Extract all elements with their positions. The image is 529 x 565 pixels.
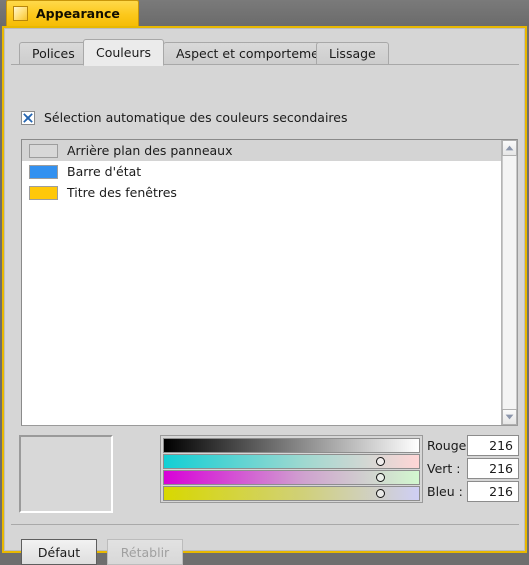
red-slider-handle[interactable] [375, 456, 385, 466]
dialog-frame: Polices Couleurs Aspect et comportement … [2, 26, 527, 565]
tab-couleurs[interactable]: Couleurs [83, 39, 165, 66]
blue-label: Bleu : [427, 484, 463, 499]
color-swatch[interactable] [29, 143, 58, 158]
rgb-fields: Rouge : 216 Vert : 216 Bleu : 216 [427, 435, 523, 504]
red-label: Rouge : [427, 438, 475, 453]
window-tab-appearance[interactable]: Appearance [6, 0, 139, 26]
chevron-down-icon [505, 414, 514, 420]
blue-slider[interactable] [163, 486, 420, 501]
auto-select-label: Sélection automatique des couleurs secon… [44, 110, 348, 125]
footer-separator [11, 524, 519, 525]
list-item-label: Titre des fenêtres [67, 185, 177, 200]
appearance-window: Appearance Polices Couleurs Aspect et co… [0, 0, 529, 565]
list-item[interactable]: Arrière plan des panneaux [22, 140, 501, 161]
list-item-label: Arrière plan des panneaux [67, 143, 233, 158]
list-scrollbar[interactable] [501, 140, 517, 425]
default-button[interactable]: Défaut [21, 539, 97, 565]
color-swatch[interactable] [29, 185, 58, 200]
dialog-body: Polices Couleurs Aspect et comportement … [4, 28, 525, 565]
value-slider[interactable] [163, 438, 420, 453]
blue-input[interactable]: 216 [467, 481, 519, 502]
green-label: Vert : [427, 461, 461, 476]
color-preview [19, 435, 113, 513]
green-slider[interactable] [163, 470, 420, 485]
auto-select-checkbox[interactable] [21, 110, 35, 125]
green-slider-handle[interactable] [375, 472, 385, 482]
title-bar: Appearance [0, 0, 529, 26]
window-square-icon [13, 6, 28, 21]
green-input[interactable]: 216 [467, 458, 519, 479]
rgb-row-red: Rouge : 216 [427, 435, 523, 456]
tab-polices[interactable]: Polices [19, 42, 88, 65]
rgb-row-blue: Bleu : 216 [427, 481, 523, 502]
reset-button: Rétablir [107, 539, 183, 565]
scroll-down-button[interactable] [502, 409, 517, 425]
color-slider-group [160, 435, 423, 503]
red-input[interactable]: 216 [467, 435, 519, 456]
list-item[interactable]: Titre des fenêtres [22, 182, 501, 203]
window-title: Appearance [36, 6, 120, 21]
x-mark-icon [23, 112, 33, 123]
tab-strip: Polices Couleurs Aspect et comportement … [11, 39, 519, 66]
color-list[interactable]: Arrière plan des panneaux Barre d'état T… [21, 139, 518, 426]
rgb-row-green: Vert : 216 [427, 458, 523, 479]
auto-select-row[interactable]: Sélection automatique des couleurs secon… [21, 110, 348, 125]
list-item[interactable]: Barre d'état [22, 161, 501, 182]
tab-lissage[interactable]: Lissage [316, 42, 389, 65]
red-slider[interactable] [163, 454, 420, 469]
chevron-up-icon [505, 145, 514, 151]
color-swatch[interactable] [29, 164, 58, 179]
blue-slider-handle[interactable] [375, 488, 385, 498]
scrollbar-track[interactable] [502, 156, 517, 409]
list-item-label: Barre d'état [67, 164, 142, 179]
color-list-body: Arrière plan des panneaux Barre d'état T… [22, 140, 501, 425]
scroll-up-button[interactable] [502, 140, 517, 156]
